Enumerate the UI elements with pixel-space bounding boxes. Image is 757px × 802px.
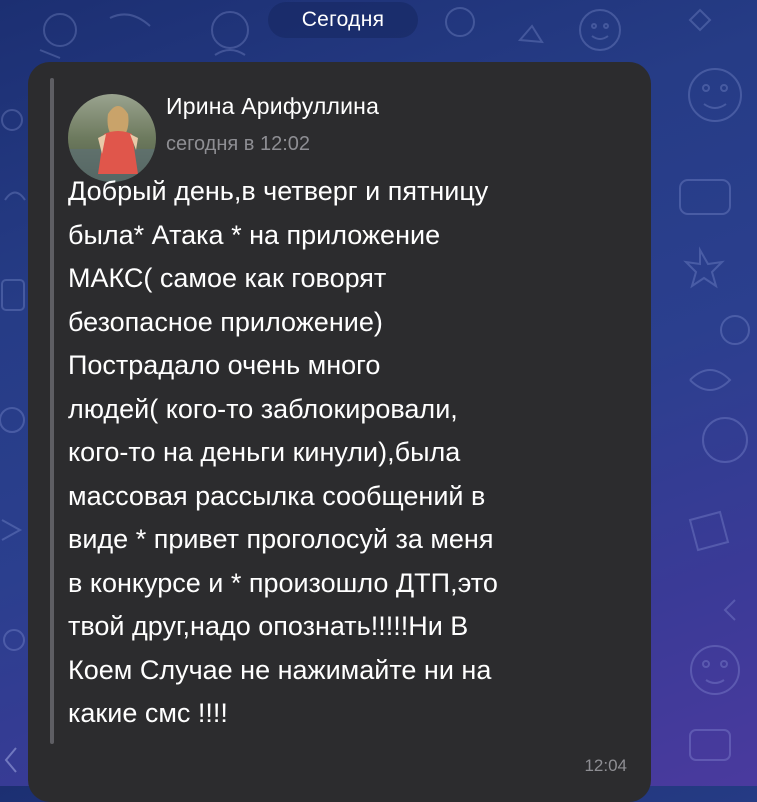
date-separator: Сегодня	[268, 2, 418, 38]
author-avatar[interactable]	[68, 94, 156, 182]
author-name[interactable]: Ирина Арифуллина	[166, 93, 379, 120]
message-sent-time: 12:04	[584, 756, 627, 775]
forward-quote-bar	[50, 78, 54, 744]
message-text: Добрый день,в четверг и пятницу была* Ат…	[68, 176, 498, 728]
original-post-time: сегодня в 12:02	[166, 133, 310, 155]
reply-arrow-icon[interactable]	[0, 740, 20, 780]
message-bubble[interactable]: Ирина Арифуллина сегодня в 12:02 Добрый …	[28, 62, 651, 802]
user-photo-avatar-icon	[68, 94, 156, 182]
